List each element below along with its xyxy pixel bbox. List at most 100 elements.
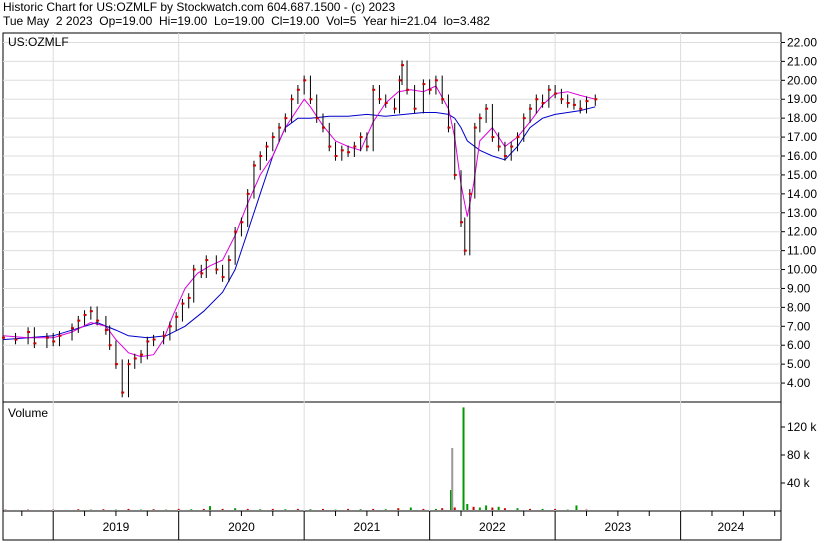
year-label: 2019 — [103, 520, 130, 534]
price-close-mark — [175, 315, 179, 318]
price-close-mark — [121, 391, 125, 394]
price-close-mark — [347, 151, 351, 154]
price-close-mark — [215, 268, 219, 271]
price-tick-label: 4.00 — [787, 376, 811, 390]
volume-bar — [497, 506, 500, 510]
price-close-mark — [296, 88, 300, 91]
price-close-mark — [181, 302, 185, 305]
volume-bar — [202, 508, 205, 510]
price-close-mark — [522, 117, 526, 120]
price-close-mark — [240, 221, 244, 224]
price-close-mark — [463, 249, 467, 252]
volume-bar — [409, 507, 412, 510]
price-close-mark — [58, 334, 62, 337]
volume-bar — [347, 508, 350, 510]
price-close-mark — [45, 336, 49, 339]
volume-bar — [246, 508, 249, 510]
price-tick-label: 22.00 — [787, 35, 817, 49]
price-close-mark — [547, 88, 551, 91]
volume-bar — [503, 508, 506, 510]
volume-bar — [422, 508, 425, 510]
price-close-mark — [579, 107, 583, 110]
volume-bar — [529, 508, 532, 510]
price-close-mark — [83, 313, 87, 316]
price-close-mark — [252, 164, 256, 167]
price-close-mark — [284, 117, 288, 120]
price-close-mark — [393, 107, 397, 110]
price-close-mark — [434, 79, 438, 82]
volume-bar — [234, 508, 237, 510]
price-close-mark — [27, 330, 31, 333]
price-close-mark — [33, 342, 37, 345]
price-close-mark — [384, 102, 388, 105]
price-close-mark — [52, 340, 56, 343]
price-close-mark — [372, 88, 376, 91]
price-close-mark — [529, 107, 533, 110]
price-close-mark — [104, 329, 108, 332]
price-close-mark — [453, 173, 457, 176]
price-close-mark — [89, 310, 93, 313]
price-tick-label: 5.00 — [787, 357, 811, 371]
year-label: 2022 — [479, 520, 506, 534]
price-close-mark — [334, 155, 338, 157]
price-close-mark — [140, 353, 144, 356]
price-close-mark — [491, 136, 495, 139]
price-close-mark — [497, 145, 501, 148]
price-close-mark — [566, 102, 570, 105]
price-close-mark — [328, 145, 332, 148]
volume-bar — [397, 508, 400, 510]
volume-bar — [472, 506, 475, 510]
volume-bar — [441, 508, 444, 510]
price-close-mark — [478, 117, 482, 120]
price-close-mark — [398, 79, 402, 82]
price-axis: 4.00 5.00 6.00 7.00 8.00 9.00 10.00 11.00 12.00 1… — [781, 35, 817, 390]
volume-bar — [284, 509, 287, 510]
price-close-mark — [290, 98, 294, 101]
volume-bar — [209, 506, 212, 510]
price-close-mark — [503, 155, 507, 157]
price-tick-label: 13.00 — [787, 206, 817, 220]
price-tick-label: 10.00 — [787, 263, 817, 277]
price-close-mark — [221, 276, 225, 279]
price-close-mark — [422, 83, 426, 86]
price-close-mark — [535, 98, 539, 101]
price-close-mark — [401, 64, 405, 67]
price-tick-label: 18.00 — [787, 111, 817, 125]
price-close-mark — [441, 98, 445, 101]
price-close-mark — [2, 336, 5, 339]
price-close-mark — [447, 126, 451, 129]
volume-bar — [575, 505, 578, 510]
volume-bar — [296, 508, 299, 510]
price-close-mark — [406, 88, 410, 91]
price-close-mark — [554, 92, 558, 95]
volume-bar — [321, 508, 324, 510]
volume-label: Volume — [8, 406, 48, 420]
volume-bar — [485, 505, 488, 510]
year-label: 2021 — [354, 520, 381, 534]
price-close-mark — [594, 98, 598, 101]
volume-bar — [462, 407, 465, 510]
price-close-mark — [428, 88, 432, 91]
price-close-mark — [460, 221, 464, 224]
price-close-mark — [200, 272, 204, 275]
price-tick-label: 16.00 — [787, 149, 817, 163]
price-close-mark — [413, 107, 417, 110]
price-close-mark — [353, 145, 357, 148]
volume-tick-label: 80 k — [787, 448, 811, 462]
price-tick-label: 7.00 — [787, 319, 811, 333]
volume-panel-frame — [2, 401, 782, 512]
price-close-mark — [485, 107, 489, 110]
price-close-mark — [278, 126, 282, 129]
price-close-mark — [365, 145, 369, 148]
volume-bar — [309, 509, 312, 510]
year-label: 2020 — [228, 520, 255, 534]
price-close-mark — [227, 259, 231, 262]
price-close-mark — [259, 155, 263, 157]
price-close-mark — [359, 136, 363, 139]
price-close-mark — [127, 363, 131, 366]
price-close-mark — [378, 98, 382, 101]
volume-bar — [259, 509, 262, 510]
volume-bar — [221, 508, 224, 510]
price-close-mark — [114, 363, 118, 366]
volume-bar — [478, 507, 481, 510]
